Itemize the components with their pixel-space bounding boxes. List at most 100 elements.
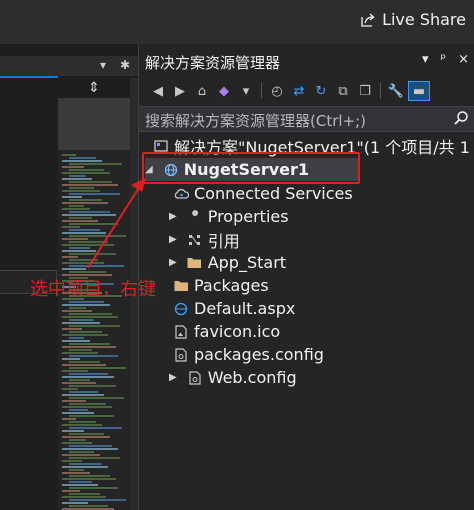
config-file-icon <box>173 347 189 363</box>
expand-arrow-icon[interactable]: ▶ <box>169 257 177 268</box>
item-label: favicon.ico <box>194 322 281 341</box>
image-file-icon <box>173 324 189 340</box>
minimap-code-line <box>69 163 122 165</box>
live-share-label: Live Share <box>382 10 466 29</box>
minimap-code-line <box>69 409 88 411</box>
solution-explorer-panel: 解决方案资源管理器 ▾ ᵖ × ◀ ▶ ⌂ ◆ ▾ ◴ ⇄ ↻ ⧉ ❐ 🔧 ▬ … <box>138 44 474 510</box>
minimap-code-line <box>62 370 88 372</box>
minimap-code-line <box>62 250 96 252</box>
tree-item-packages-config[interactable]: packages.config <box>173 343 324 366</box>
minimap-code-line <box>62 454 100 456</box>
minimap-code-line <box>69 169 104 171</box>
live-share-button[interactable]: Live Share <box>360 10 466 29</box>
minimap-code-line <box>69 229 100 231</box>
minimap-code-line <box>62 232 106 234</box>
minimap-code-line <box>69 343 110 345</box>
minimap-code-line <box>69 211 110 213</box>
annotation-text: 选中项目，右键 <box>30 279 156 300</box>
minimap-code-line <box>62 496 106 498</box>
minimap-code-line <box>62 202 108 204</box>
preview-toggle-icon[interactable]: ▬ <box>408 81 430 101</box>
minimap-code-line <box>69 235 126 237</box>
tree-item-references[interactable]: ▶ 引用 <box>169 228 240 251</box>
tree-item-properties[interactable]: ▶ Properties <box>169 205 289 228</box>
minimap-code-line <box>69 271 106 273</box>
minimap-code-line <box>69 361 100 363</box>
minimap-code-line <box>62 472 90 474</box>
minimap-code-line <box>62 394 104 396</box>
tree-item-favicon[interactable]: favicon.ico <box>173 320 280 343</box>
expand-arrow-icon[interactable]: ▶ <box>169 234 177 245</box>
minimap-code-line <box>69 445 112 447</box>
show-all-files-icon[interactable]: ❐ <box>356 82 374 100</box>
pending-changes-icon[interactable]: ◴ <box>268 82 286 100</box>
toolbar-separator <box>261 83 262 99</box>
minimap-code-line <box>69 301 104 303</box>
back-icon[interactable]: ◀ <box>149 82 167 100</box>
minimap-code-line <box>69 457 120 459</box>
minimap-code-line <box>69 487 118 489</box>
item-label: Web.config <box>207 368 297 387</box>
minimap-viewport[interactable] <box>58 98 130 150</box>
minimap-code-line <box>69 181 112 183</box>
web-page-icon <box>173 301 189 317</box>
minimap-code-line <box>62 304 110 306</box>
minimap-code-line <box>69 499 126 501</box>
minimap-code-line <box>69 319 94 321</box>
minimap-code-line <box>62 208 90 210</box>
cloud-icon <box>173 186 189 202</box>
switch-views-icon[interactable]: ▾ <box>237 82 255 100</box>
minimap-code-line <box>62 400 86 402</box>
expand-arrow-icon[interactable]: ▶ <box>169 372 177 383</box>
minimap-code-line <box>69 469 84 471</box>
minimap-code-line <box>62 376 114 378</box>
minimap-code-line <box>62 178 92 180</box>
refresh-icon[interactable]: ↻ <box>312 82 330 100</box>
close-icon[interactable]: × <box>458 52 469 67</box>
home-icon[interactable]: ⌂ <box>193 82 211 100</box>
minimap-code-line <box>69 367 126 369</box>
tree-item-app-start[interactable]: ▶ App_Start <box>169 251 286 274</box>
visual-studio-icon[interactable]: ◆ <box>215 82 233 100</box>
minimap-code-line <box>62 460 82 462</box>
minimap-code-line <box>62 352 98 354</box>
title-bar: Live Share <box>0 0 474 44</box>
editor-tab-strip: ▾ ✱ <box>0 56 138 76</box>
minimap-code-line <box>62 244 114 246</box>
minimap-code-line <box>69 187 94 189</box>
split-handle-icon[interactable]: ⇕ <box>58 78 130 98</box>
minimap-code-line <box>62 466 108 468</box>
minimap-code-line <box>69 241 108 243</box>
sync-icon[interactable]: ⇄ <box>290 82 308 100</box>
minimap-code-line <box>69 421 96 423</box>
properties-wrench-icon[interactable]: 🔧 <box>387 82 405 100</box>
forward-icon[interactable]: ▶ <box>171 82 189 100</box>
minimap-code-line <box>62 334 108 336</box>
expand-arrow-icon[interactable]: ▶ <box>169 211 177 222</box>
dropdown-arrow-icon[interactable]: ▾ <box>100 58 106 72</box>
panel-menu-icon[interactable]: ▾ <box>422 52 429 67</box>
minimap-code-line <box>62 406 112 408</box>
minimap-code-line <box>62 226 80 228</box>
folder-icon <box>173 278 189 294</box>
panel-title: 解决方案资源管理器 <box>145 54 281 72</box>
minimap-code-line <box>62 214 116 216</box>
minimap-code-line <box>69 475 110 477</box>
pin-icon[interactable]: ᵖ <box>441 52 447 67</box>
minimap-code-line <box>69 403 106 405</box>
minimap-code-line <box>62 268 86 270</box>
gear-icon[interactable]: ✱ <box>120 58 130 72</box>
tree-item-default-aspx[interactable]: Default.aspx <box>173 297 295 320</box>
share-icon <box>361 13 375 27</box>
collapse-all-icon[interactable]: ⧉ <box>334 82 352 100</box>
search-icon[interactable] <box>453 110 469 126</box>
minimap-code-line <box>69 205 84 207</box>
tree-item-packages[interactable]: Packages <box>173 274 269 297</box>
minimap-code-line <box>62 172 110 174</box>
minimap-code-line <box>69 397 124 399</box>
tree-item-connected-services[interactable]: Connected Services <box>173 182 353 205</box>
minimap-code-line <box>69 337 84 339</box>
tree-item-web-config[interactable]: ▶ Web.config <box>169 366 297 389</box>
search-box[interactable]: 搜索解决方案资源管理器(Ctrl+;) <box>139 106 474 132</box>
wrench-icon <box>187 209 203 225</box>
